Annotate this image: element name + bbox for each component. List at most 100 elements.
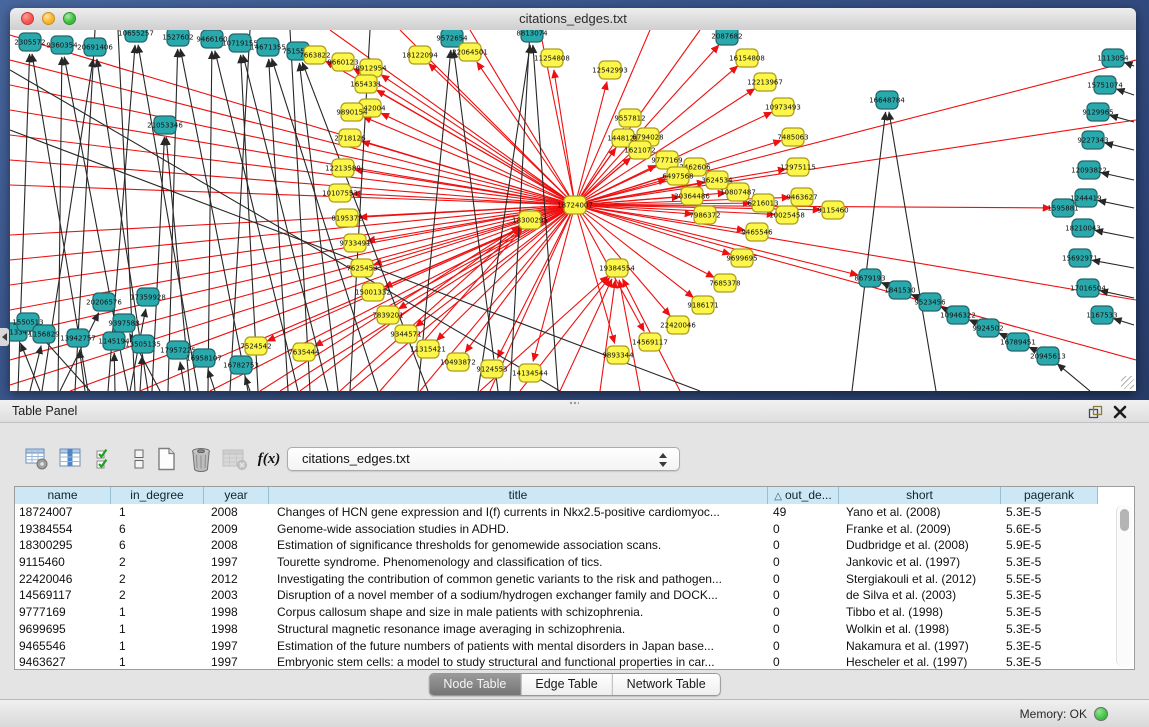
network-canvas-svg[interactable]: 2305572936035420691406106552571527602946… <box>10 30 1136 391</box>
network-node-label: 1167533 <box>1086 312 1117 320</box>
table-cell: Estimation of significance thresholds fo… <box>269 537 768 554</box>
table-cell: Stergiakouli et al. (2012) <box>839 571 1001 588</box>
network-node-label: 1621072 <box>624 147 655 155</box>
splitter-handle[interactable] <box>569 401 579 405</box>
network-node-label: 13505135 <box>125 341 161 349</box>
memory-status-dot[interactable] <box>1094 707 1108 721</box>
zoom-window-button[interactable] <box>63 12 76 25</box>
column-header-year[interactable]: year <box>204 487 269 504</box>
minimize-window-button[interactable] <box>42 12 55 25</box>
tab-node-table[interactable]: Node Table <box>429 674 520 695</box>
network-node-label: 9523456 <box>914 299 946 307</box>
table-cell: de Silva et al. (2003) <box>839 587 1001 604</box>
table-cell: 9699695 <box>15 621 111 638</box>
network-nodes[interactable]: 2305572936035420691406106552571527602946… <box>10 30 1129 382</box>
close-window-button[interactable] <box>21 12 34 25</box>
network-window-titlebar[interactable]: citations_edges.txt <box>10 8 1136 31</box>
row-selection-button[interactable] <box>92 444 122 474</box>
table-row[interactable]: 946554611997Estimation of the future num… <box>15 638 1134 655</box>
network-node-label: 14134544 <box>512 370 548 378</box>
network-node-label: 9893344 <box>602 352 634 360</box>
column-visibility-button[interactable] <box>56 444 86 474</box>
network-node-label: 7524542 <box>240 343 271 351</box>
table-row[interactable]: 969969511998Structural magnetic resonanc… <box>15 621 1134 638</box>
table-row[interactable]: 2242004622012Investigating the contribut… <box>15 571 1134 588</box>
column-header-name[interactable]: name <box>15 487 111 504</box>
network-node-label: 9360354 <box>46 42 78 50</box>
network-node-label: 10655257 <box>118 30 154 38</box>
table-row[interactable]: 1830029562008Estimation of significance … <box>15 537 1134 554</box>
table-row[interactable]: 946362711997Embryonic stem cells: a mode… <box>15 654 1134 670</box>
network-node-label: 7635444 <box>288 349 320 357</box>
table-select-value: citations_edges.txt <box>302 451 410 466</box>
table-select-dropdown[interactable]: citations_edges.txt <box>287 447 680 471</box>
table-panel: Table Panel <box>0 400 1149 727</box>
network-node-label: 7685378 <box>709 280 740 288</box>
table-toolbar: f(x) citations_edges.txt <box>0 444 1149 478</box>
network-node-label: 11254808 <box>534 55 570 63</box>
column-header-short[interactable]: short <box>839 487 1001 504</box>
collapse-panel-arrow-icon[interactable] <box>0 328 9 346</box>
table-cell: Structural magnetic resonance image aver… <box>269 621 768 638</box>
network-node-label: 16782753 <box>223 362 259 370</box>
network-node-label: 1595881 <box>1047 205 1078 213</box>
table-cell: 1 <box>111 621 204 638</box>
table-cell: 2 <box>111 587 204 604</box>
network-node-label: 1113054 <box>1097 55 1129 63</box>
network-view[interactable]: 2305572936035420691406106552571527602946… <box>10 30 1136 391</box>
network-node-label: 10025458 <box>769 212 805 220</box>
table-cell: 1998 <box>204 604 269 621</box>
table-cell: 6 <box>111 521 204 538</box>
table-cell: 0 <box>768 654 839 670</box>
network-node-label: 6794028 <box>632 134 663 142</box>
row-height-button[interactable] <box>124 444 154 474</box>
table-settings-button[interactable] <box>22 444 52 474</box>
network-node-label: 14671355 <box>250 44 286 52</box>
network-node-label: 1527602 <box>162 34 193 42</box>
table-columns-icon <box>58 446 84 472</box>
table-row[interactable]: 911546021997Tourette syndrome. Phenomeno… <box>15 554 1134 571</box>
scrollbar-thumb[interactable] <box>1120 509 1129 531</box>
table-cell: 2003 <box>204 587 269 604</box>
table-cell: Changes of HCN gene expression and I(f) … <box>269 504 768 521</box>
table-row[interactable]: 1938455462009Genome-wide association stu… <box>15 521 1134 538</box>
table-cell: 6 <box>111 537 204 554</box>
function-builder-button[interactable]: f(x) <box>254 444 284 474</box>
table-cell: Embryonic stem cells: a model to study s… <box>269 654 768 670</box>
table-cell: 1 <box>111 638 204 655</box>
column-header-title[interactable]: title <box>269 487 768 504</box>
network-node-label: 12213967 <box>747 79 783 87</box>
table-row[interactable]: 977716911998Corpus callosum shape and si… <box>15 604 1134 621</box>
table-cell: 1997 <box>204 638 269 655</box>
table-cell: Tourette syndrome. Phenomenology and cla… <box>269 554 768 571</box>
table-cell: 5.5E-5 <box>1001 571 1098 588</box>
vertical-scrollbar[interactable] <box>1116 505 1132 667</box>
column-header-pagerank[interactable]: pagerank <box>1001 487 1098 504</box>
network-node-label: 21053346 <box>147 122 183 130</box>
table-cell: 18724007 <box>15 504 111 521</box>
tab-network-table[interactable]: Network Table <box>612 674 720 695</box>
table-row[interactable]: 1456911722003Disruption of a novel membe… <box>15 587 1134 604</box>
table-cell: 5.9E-5 <box>1001 537 1098 554</box>
network-node-label: 20364486 <box>674 193 710 201</box>
column-header-in_degree[interactable]: in_degree <box>111 487 204 504</box>
close-panel-icon[interactable] <box>1113 404 1127 418</box>
table-cell: 0 <box>768 638 839 655</box>
network-node-label: 1244419 <box>1070 195 1101 203</box>
table-cell: Dudbridge et al. (2008) <box>839 537 1001 554</box>
delete-table-button[interactable] <box>220 444 250 474</box>
network-node-label: 17016504 <box>1070 285 1106 293</box>
resize-grip-icon[interactable] <box>1121 376 1134 389</box>
table-cell: 18300295 <box>15 537 111 554</box>
column-header-out_de[interactable]: △out_de... <box>768 487 839 504</box>
table-cell: 2008 <box>204 504 269 521</box>
create-column-button[interactable] <box>152 444 182 474</box>
network-node-label: 9465546 <box>741 229 773 237</box>
network-node-label: 16648784 <box>869 97 905 105</box>
table-row[interactable]: 1872400712008Changes of HCN gene express… <box>15 504 1134 521</box>
float-panel-icon[interactable] <box>1088 404 1103 418</box>
tab-edge-table[interactable]: Edge Table <box>520 674 611 695</box>
table-cell: 5.6E-5 <box>1001 521 1098 538</box>
delete-column-button[interactable] <box>186 444 216 474</box>
network-node-label: 10807487 <box>720 189 756 197</box>
